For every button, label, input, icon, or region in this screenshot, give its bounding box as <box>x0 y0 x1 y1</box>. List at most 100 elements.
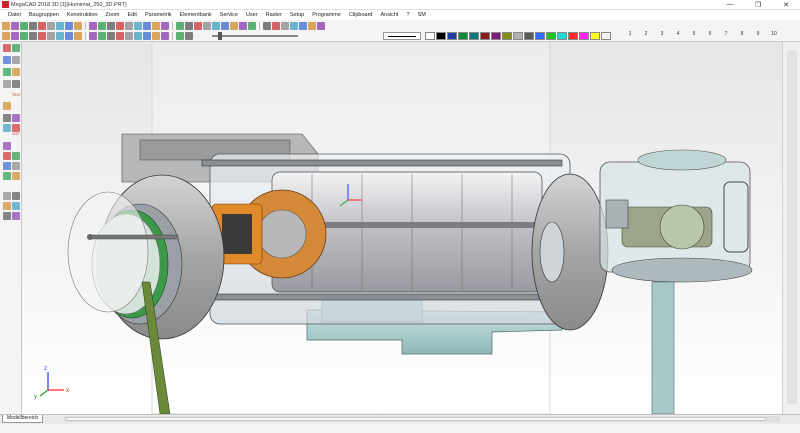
sidebar-tool-icon[interactable] <box>3 192 11 200</box>
sidebar-tool-icon[interactable] <box>12 212 20 220</box>
vertical-scrollbar-thumb[interactable] <box>787 50 797 404</box>
sidebar-tool-icon[interactable] <box>3 142 11 150</box>
sidebar-tool-icon[interactable] <box>12 192 20 200</box>
model-viewport[interactable]: x y z <box>22 42 782 414</box>
layer-button-8[interactable]: 8 <box>736 31 748 37</box>
file-tool-icon[interactable] <box>116 22 124 30</box>
sidebar-tool-icon[interactable] <box>3 162 11 170</box>
color-swatch-4[interactable] <box>469 32 479 40</box>
menu-item-5[interactable]: Parametrik <box>141 12 176 18</box>
file-tool-icon[interactable] <box>299 22 307 30</box>
color-swatch-11[interactable] <box>546 32 556 40</box>
sidebar-tool-icon[interactable] <box>3 124 11 132</box>
view-tool-icon[interactable] <box>116 32 124 40</box>
file-tool-icon[interactable] <box>152 22 160 30</box>
view-tool-icon[interactable] <box>185 32 193 40</box>
sidebar-tool-icon[interactable] <box>12 114 20 122</box>
color-swatch-10[interactable] <box>535 32 545 40</box>
sidebar-tool-icon[interactable] <box>3 56 11 64</box>
menu-item-4[interactable]: Edit <box>123 12 140 18</box>
view-tool-icon[interactable] <box>38 32 46 40</box>
sidebar-tool-icon[interactable] <box>3 172 11 180</box>
file-tool-icon[interactable] <box>38 22 46 30</box>
file-tool-icon[interactable] <box>248 22 256 30</box>
file-tool-icon[interactable] <box>143 22 151 30</box>
view-tool-icon[interactable] <box>152 32 160 40</box>
sidebar-tool-icon[interactable] <box>3 80 11 88</box>
layer-button-5[interactable]: 5 <box>688 31 700 37</box>
layer-button-7[interactable]: 7 <box>720 31 732 37</box>
slider-handle[interactable] <box>218 32 222 40</box>
file-tool-icon[interactable] <box>65 22 73 30</box>
color-swatch-1[interactable] <box>436 32 446 40</box>
color-swatch-12[interactable] <box>557 32 567 40</box>
file-tool-icon[interactable] <box>2 22 10 30</box>
sidebar-tool-icon[interactable] <box>12 56 20 64</box>
file-tool-icon[interactable] <box>221 22 229 30</box>
view-tool-icon[interactable] <box>47 32 55 40</box>
file-tool-icon[interactable] <box>212 22 220 30</box>
sidebar-tool-icon[interactable] <box>12 68 20 76</box>
sidebar-tool-icon[interactable] <box>12 172 20 180</box>
file-tool-icon[interactable] <box>230 22 238 30</box>
sidebar-tool-icon[interactable] <box>3 44 11 52</box>
layer-button-1[interactable]: 1 <box>624 31 636 37</box>
sidebar-tool-icon[interactable] <box>12 44 20 52</box>
layer-button-9[interactable]: 9 <box>752 31 764 37</box>
sidebar-tool-icon[interactable] <box>3 212 11 220</box>
view-tool-icon[interactable] <box>89 32 97 40</box>
menu-item-1[interactable]: Baugruppen <box>25 12 63 18</box>
color-swatch-6[interactable] <box>491 32 501 40</box>
menu-item-13[interactable]: Ansicht <box>376 12 402 18</box>
file-tool-icon[interactable] <box>47 22 55 30</box>
layer-button-2[interactable]: 2 <box>640 31 652 37</box>
view-tool-icon[interactable] <box>107 32 115 40</box>
file-tool-icon[interactable] <box>308 22 316 30</box>
sidebar-tool-icon[interactable] <box>12 124 20 132</box>
color-swatch-3[interactable] <box>458 32 468 40</box>
menu-item-12[interactable]: Clipboard <box>345 12 377 18</box>
menu-item-11[interactable]: Programme <box>308 12 345 18</box>
view-tool-icon[interactable] <box>176 32 184 40</box>
view-tool-icon[interactable] <box>98 32 106 40</box>
horizontal-scrollbar-thumb[interactable] <box>66 417 766 421</box>
file-tool-icon[interactable] <box>317 22 325 30</box>
file-tool-icon[interactable] <box>29 22 37 30</box>
file-tool-icon[interactable] <box>203 22 211 30</box>
file-tool-icon[interactable] <box>161 22 169 30</box>
restore-button[interactable]: ❐ <box>744 0 772 10</box>
menu-item-7[interactable]: Service <box>216 12 242 18</box>
file-tool-icon[interactable] <box>89 22 97 30</box>
file-tool-icon[interactable] <box>263 22 271 30</box>
view-tool-icon[interactable] <box>143 32 151 40</box>
close-button[interactable]: ✕ <box>772 0 800 10</box>
color-swatch-9[interactable] <box>524 32 534 40</box>
file-tool-icon[interactable] <box>20 22 28 30</box>
file-tool-icon[interactable] <box>176 22 184 30</box>
menu-item-8[interactable]: User <box>242 12 262 18</box>
sidebar-tool-icon[interactable] <box>3 102 11 110</box>
view-tool-icon[interactable] <box>161 32 169 40</box>
layer-button-4[interactable]: 4 <box>672 31 684 37</box>
view-tool-icon[interactable] <box>20 32 28 40</box>
menu-item-6[interactable]: Elementbank <box>176 12 216 18</box>
file-tool-icon[interactable] <box>281 22 289 30</box>
layer-button-10[interactable]: 10 <box>768 31 780 37</box>
view-tool-icon[interactable] <box>74 32 82 40</box>
view-tool-icon[interactable] <box>65 32 73 40</box>
file-tool-icon[interactable] <box>134 22 142 30</box>
tab-model-space[interactable]: Modellbereich <box>2 415 44 423</box>
layer-button-6[interactable]: 6 <box>704 31 716 37</box>
vertical-scrollbar[interactable] <box>782 42 800 414</box>
sidebar-tool-icon[interactable] <box>3 202 11 210</box>
color-swatch-15[interactable] <box>590 32 600 40</box>
file-tool-icon[interactable] <box>239 22 247 30</box>
menu-item-14[interactable]: ? <box>403 12 414 18</box>
view-tool-icon[interactable] <box>29 32 37 40</box>
view-tool-icon[interactable] <box>134 32 142 40</box>
sidebar-tool-icon[interactable] <box>12 152 20 160</box>
color-swatch-8[interactable] <box>513 32 523 40</box>
transparency-slider[interactable] <box>212 32 298 40</box>
sidebar-tool-icon[interactable] <box>3 68 11 76</box>
menu-item-0[interactable]: Datei <box>4 12 25 18</box>
